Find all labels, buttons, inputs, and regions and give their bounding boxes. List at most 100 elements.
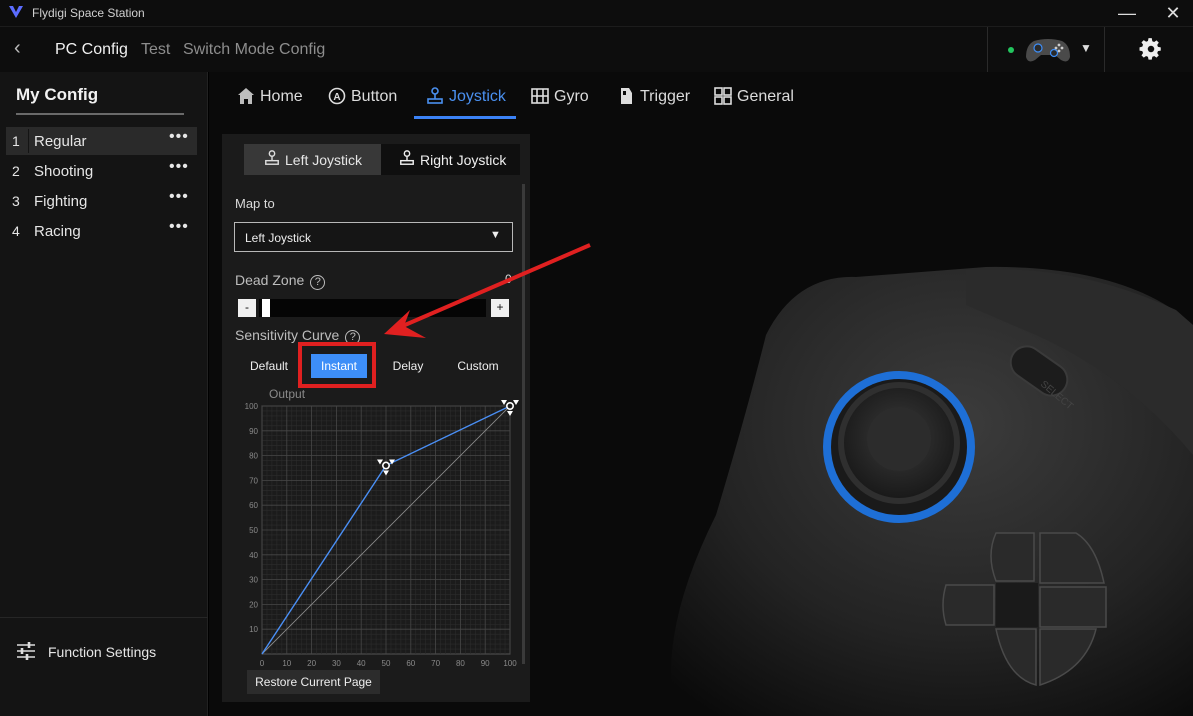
config-name: Regular <box>34 133 87 150</box>
tab-label: Trigger <box>640 88 691 105</box>
x-tick-label: 90 <box>481 659 490 668</box>
active-tab-indicator <box>414 116 516 119</box>
tab-label: Button <box>351 88 398 105</box>
x-tick-label: 10 <box>282 659 291 668</box>
y-tick-label: 90 <box>249 427 258 436</box>
curve-control-point <box>505 401 514 410</box>
tab-label: General <box>737 88 794 105</box>
tab-right-joystick[interactable]: Right Joystick <box>381 144 520 175</box>
config-name: Racing <box>34 223 81 240</box>
tab-left-joystick[interactable]: Left Joystick <box>244 144 381 175</box>
handle-arrow-icon <box>513 400 519 405</box>
app-title: Flydigi Space Station <box>32 6 145 20</box>
header-bar: ‹ PC Config Test Switch Mode Config ▼ <box>0 26 1193 73</box>
curve-control-point <box>382 461 391 470</box>
config-number: 1 <box>12 133 20 149</box>
tab-pc-config[interactable]: PC Config <box>55 41 128 59</box>
tab-label: Joystick <box>449 88 506 105</box>
tab-label: Left Joystick <box>285 152 363 168</box>
joystick-icon <box>265 150 279 165</box>
joystick-icon <box>427 87 443 104</box>
tab-switch-mode-config[interactable]: Switch Mode Config <box>183 41 325 59</box>
x-tick-label: 60 <box>406 659 415 668</box>
restore-current-page-button[interactable]: Restore Current Page <box>247 670 380 694</box>
function-settings-label: Function Settings <box>48 644 157 660</box>
more-options-icon[interactable]: ••• <box>169 218 189 236</box>
dead-zone-decrease-button[interactable]: - <box>238 299 256 317</box>
general-icon <box>714 87 732 105</box>
config-item-fighting[interactable]: 3 Fighting ••• <box>6 187 197 215</box>
x-tick-label: 100 <box>503 659 517 668</box>
handle-arrow-icon <box>501 400 507 405</box>
config-number: 3 <box>12 193 20 209</box>
device-selector[interactable]: ▼ <box>987 27 1105 73</box>
heading-underline <box>16 113 184 115</box>
sensitivity-curve-chart[interactable]: 0 10 20 30 40 50 60 70 80 90 100 10 20 30 40 50 60 70 80 90… <box>234 384 524 669</box>
tab-test[interactable]: Test <box>141 41 170 59</box>
tab-label: Home <box>260 88 303 105</box>
joystick-settings-panel: Left Joystick Right Joystick Map to Left… <box>222 134 530 702</box>
joystick-icon <box>400 150 414 165</box>
x-tick-label: 50 <box>382 659 391 668</box>
controller-illustration: SELECT <box>671 266 1193 716</box>
config-number: 4 <box>12 223 20 239</box>
chevron-down-icon: ▼ <box>1080 41 1092 55</box>
y-tick-label: 30 <box>249 576 258 585</box>
back-chevron-icon[interactable]: ‹ <box>14 37 21 60</box>
config-item-racing[interactable]: 4 Racing ••• <box>6 217 197 245</box>
more-options-icon[interactable]: ••• <box>169 128 189 146</box>
gear-icon[interactable] <box>1138 36 1164 62</box>
y-tick-label: 40 <box>249 551 258 560</box>
tab-label: Gyro <box>554 88 589 105</box>
svg-text:A: A <box>333 92 340 103</box>
x-tick-label: 20 <box>307 659 316 668</box>
curve-default-button[interactable]: Default <box>242 354 296 378</box>
y-axis-label: Output <box>269 387 306 401</box>
connection-status-icon <box>1008 47 1014 53</box>
divider <box>0 617 208 618</box>
y-tick-label: 10 <box>249 625 258 634</box>
dead-zone-label-row: Dead Zone? <box>235 272 326 290</box>
sensitivity-curve-label: Sensitivity Curve <box>235 327 340 343</box>
annotation-arrow-icon <box>384 243 591 338</box>
y-tick-label: 100 <box>245 402 259 411</box>
close-button[interactable]: ✕ <box>1161 2 1185 24</box>
y-tick-label: 60 <box>249 501 258 510</box>
more-options-icon[interactable]: ••• <box>169 188 189 206</box>
config-item-shooting[interactable]: 2 Shooting ••• <box>6 157 197 185</box>
x-tick-label: 0 <box>260 659 265 668</box>
map-to-value: Left Joystick <box>245 231 312 245</box>
map-to-label: Map to <box>235 196 275 211</box>
y-tick-label: 70 <box>249 476 258 485</box>
home-icon <box>238 88 254 104</box>
x-tick-label: 30 <box>332 659 341 668</box>
gamepad-icon <box>1026 39 1070 62</box>
x-tick-label: 40 <box>357 659 366 668</box>
trigger-icon <box>621 88 632 104</box>
config-item-regular[interactable]: 1 Regular ••• <box>6 127 197 155</box>
config-name: Fighting <box>34 193 88 210</box>
more-options-icon[interactable]: ••• <box>169 158 189 176</box>
help-icon[interactable]: ? <box>310 275 326 290</box>
minimize-button[interactable]: — <box>1115 2 1139 24</box>
function-settings-button[interactable]: Function Settings <box>16 640 196 664</box>
dead-zone-label: Dead Zone <box>235 272 305 288</box>
flydigi-logo-icon <box>9 6 23 18</box>
dead-zone-slider-thumb[interactable] <box>262 299 270 317</box>
gyro-icon <box>531 88 549 104</box>
curve-delay-button[interactable]: Delay <box>384 354 432 378</box>
annotation-highlight-box <box>298 342 376 388</box>
button-icon: A <box>328 87 346 105</box>
config-number: 2 <box>12 163 20 179</box>
divider <box>28 129 29 153</box>
y-tick-label: 80 <box>249 452 258 461</box>
tab-label: Right Joystick <box>420 152 507 168</box>
config-name: Shooting <box>34 163 94 180</box>
my-config-heading: My Config <box>16 85 99 104</box>
curve-custom-button[interactable]: Custom <box>450 354 506 378</box>
y-tick-label: 50 <box>249 526 258 535</box>
x-tick-label: 70 <box>431 659 440 668</box>
title-bar: Flydigi Space Station — ✕ <box>0 0 1193 26</box>
sidebar: My Config 1 Regular ••• 2 Shooting ••• 3… <box>0 72 208 716</box>
y-tick-label: 20 <box>249 600 258 609</box>
